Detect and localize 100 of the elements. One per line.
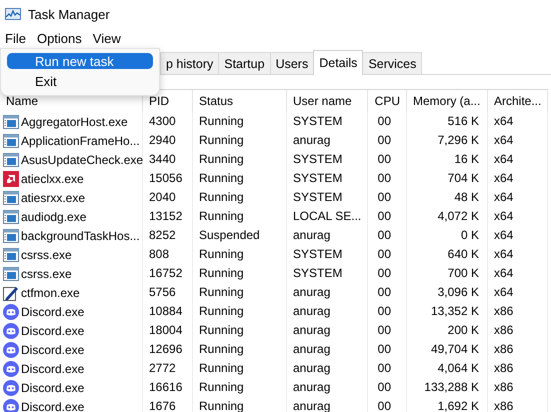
table-cell: anurag xyxy=(287,226,368,245)
table-cell: csrss.exe xyxy=(21,266,72,280)
tab[interactable]: Details xyxy=(313,50,364,75)
table-cell: 5756 xyxy=(143,283,193,302)
table-cell: 48 K xyxy=(407,188,488,207)
table-cell: Running xyxy=(193,340,287,359)
table-cell: x64 xyxy=(488,188,548,207)
table-cell: anurag xyxy=(287,131,368,150)
table-cell: 1,692 K xyxy=(407,397,488,412)
table-cell: 2772 xyxy=(143,359,193,378)
table-cell: Running xyxy=(193,131,287,150)
column-header[interactable]: Status xyxy=(193,90,287,112)
table-cell: SYSTEM xyxy=(287,264,368,283)
table-cell: 1676 xyxy=(143,397,193,412)
tab[interactable]: p history xyxy=(160,52,220,74)
table-cell: Running xyxy=(193,207,287,226)
chart-icon xyxy=(5,8,21,20)
table-cell: 00 xyxy=(368,283,407,302)
table-cell: Running xyxy=(193,169,287,188)
column-header[interactable]: User name xyxy=(287,90,368,112)
table-cell: backgroundTaskHos... xyxy=(21,228,140,242)
chat-bubble-icon xyxy=(3,322,19,338)
tab[interactable]: Services xyxy=(362,52,422,74)
table-cell: Running xyxy=(193,245,287,264)
table-cell: x64 xyxy=(488,169,548,188)
table-cell: 3,096 K xyxy=(407,283,488,302)
table-cell: 18004 xyxy=(143,321,193,340)
table-cell: x64 xyxy=(488,264,548,283)
menu-item[interactable]: Run new task xyxy=(7,53,153,69)
tab[interactable]: Users xyxy=(270,52,314,74)
table-cell: SYSTEM xyxy=(287,150,368,169)
table-cell: 00 xyxy=(368,397,407,412)
column-header[interactable]: Memory (a... xyxy=(407,90,488,112)
table-cell: 700 K xyxy=(407,264,488,283)
table-cell: Running xyxy=(193,188,287,207)
table-cell: 2940 xyxy=(143,131,193,150)
table-cell: x64 xyxy=(488,112,548,131)
table-cell: x86 xyxy=(488,378,548,397)
table-cell: atiesrxx.exe xyxy=(21,190,86,204)
table-cell: 4,072 K xyxy=(407,207,488,226)
table-cell: 00 xyxy=(368,340,407,359)
program-window-icon xyxy=(3,228,19,242)
table-cell: 00 xyxy=(368,302,407,321)
table-cell: Discord.exe xyxy=(21,400,84,412)
table-cell: 00 xyxy=(368,359,407,378)
menu-item[interactable]: File xyxy=(0,30,32,46)
table-cell: 00 xyxy=(368,226,407,245)
table-cell: Running xyxy=(193,302,287,321)
table-cell: x86 xyxy=(488,302,548,321)
program-window-icon xyxy=(3,248,19,262)
table-cell: 4,064 K xyxy=(407,359,488,378)
table-cell: 00 xyxy=(368,188,407,207)
menu-item[interactable]: View xyxy=(88,30,127,46)
table-cell: 00 xyxy=(368,245,407,264)
table-cell: 16 K xyxy=(407,150,488,169)
table-cell: Suspended xyxy=(193,226,287,245)
table-cell: 200 K xyxy=(407,321,488,340)
table-cell: Running xyxy=(193,264,287,283)
table-cell: Running xyxy=(193,321,287,340)
table-cell: 808 xyxy=(143,245,193,264)
menu-item[interactable]: Options xyxy=(32,30,88,46)
table-cell: x64 xyxy=(488,245,548,264)
table-cell: Discord.exe xyxy=(21,362,84,376)
table-cell: Running xyxy=(193,378,287,397)
program-window-icon xyxy=(3,152,19,166)
table-cell: csrss.exe xyxy=(21,248,72,262)
table-cell: 7,296 K xyxy=(407,131,488,150)
table-cell: x64 xyxy=(488,150,548,169)
table-cell: Running xyxy=(193,150,287,169)
table-cell: anurag xyxy=(287,302,368,321)
window-title: Task Manager xyxy=(28,6,110,22)
table-cell: 00 xyxy=(368,112,407,131)
table-cell: 00 xyxy=(368,131,407,150)
table-cell: 8252 xyxy=(143,226,193,245)
chat-bubble-icon xyxy=(3,380,19,396)
table-cell: x64 xyxy=(488,131,548,150)
table-cell: x64 xyxy=(488,207,548,226)
table-cell: 2040 xyxy=(143,188,193,207)
column-header[interactable]: Archite... xyxy=(488,90,548,112)
table-cell: 16752 xyxy=(143,264,193,283)
table-cell: 704 K xyxy=(407,169,488,188)
table-cell: atieclxx.exe xyxy=(21,172,84,186)
pen-icon xyxy=(3,284,19,300)
menu-item[interactable]: Exit xyxy=(7,73,153,89)
table-cell: x86 xyxy=(488,321,548,340)
table-cell: x64 xyxy=(488,226,548,245)
chat-bubble-icon xyxy=(3,398,19,412)
tab[interactable]: Startup xyxy=(218,52,271,74)
column-header[interactable]: CPU xyxy=(368,90,407,112)
table-cell: 133,288 K xyxy=(407,378,488,397)
table-cell: 00 xyxy=(368,321,407,340)
arrow-logo-icon xyxy=(3,170,19,186)
table-cell: audiodg.exe xyxy=(21,210,86,224)
program-window-icon xyxy=(3,266,19,280)
table-cell: 13152 xyxy=(143,207,193,226)
table-cell: Discord.exe xyxy=(21,342,84,356)
table-cell: Discord.exe xyxy=(21,324,84,338)
table-cell: 00 xyxy=(368,150,407,169)
table-cell: Discord.exe xyxy=(21,380,84,394)
program-window-icon xyxy=(3,134,19,148)
